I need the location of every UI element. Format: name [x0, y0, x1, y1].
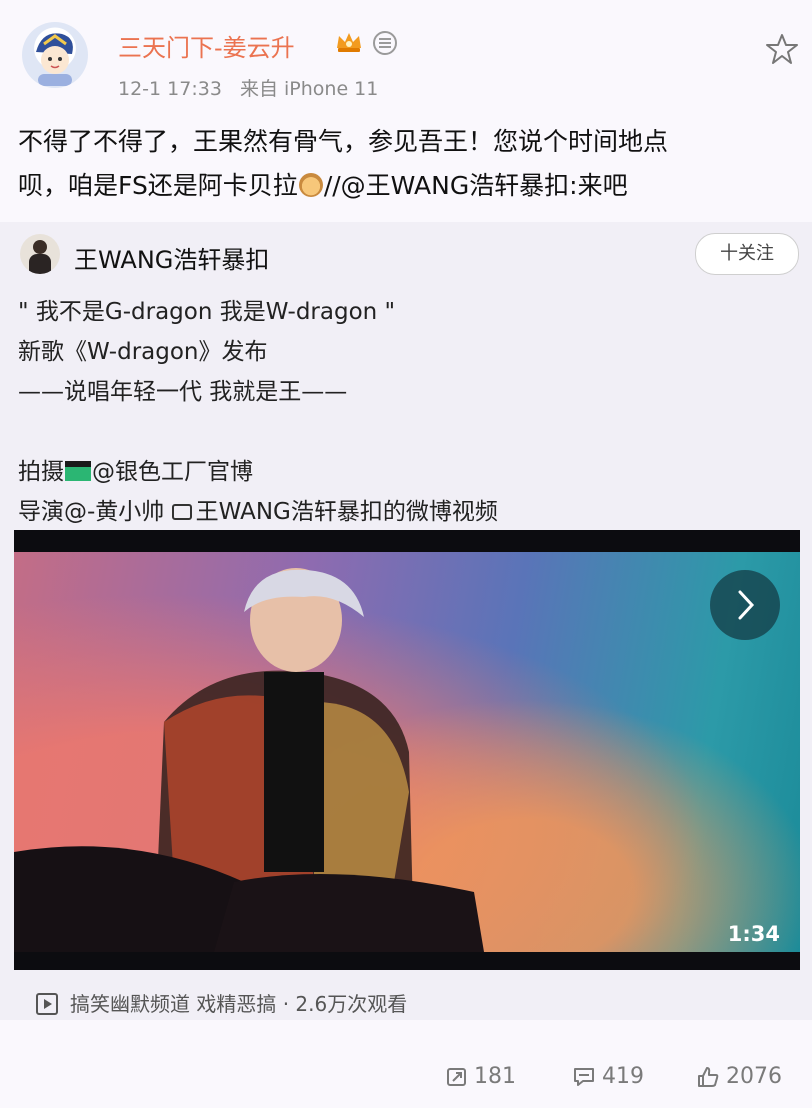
avatar-body: [29, 254, 51, 274]
post-actions: 181 419 2076: [0, 1050, 812, 1108]
post-time: 12-1 17:33: [118, 78, 222, 100]
repost-mention-link[interactable]: //@王WANG浩轩暴扣:来吧: [324, 171, 628, 200]
director-mention-link[interactable]: 导演@-黄小帅: [18, 499, 172, 525]
shoot-label: 拍摄: [18, 459, 64, 485]
video-duration: 1:34: [727, 922, 780, 946]
comment-count: 419: [602, 1064, 644, 1089]
repost-icon: [447, 1067, 466, 1086]
post-text: 不得了不得了，王果然有骨气，参见吾王！您说个时间地点 呗，咱是FS还是阿卡贝拉 /…: [18, 120, 798, 208]
studio-mention-link[interactable]: @银色工厂官博: [92, 459, 253, 485]
post-source: 来自 iPhone 11: [239, 78, 379, 100]
video-source-line[interactable]: 搞笑幽默频道 戏精恶搞 · 2.6万次观看: [36, 988, 407, 1017]
user-avatar[interactable]: [22, 22, 88, 88]
repost-line-5: 拍摄 @银色工厂官博: [18, 452, 798, 492]
video-source-text[interactable]: 搞笑幽默频道 戏精恶搞 · 2.6万次观看: [70, 992, 407, 1016]
like-button[interactable]: 2076: [696, 1064, 782, 1089]
clapperboard-icon: [65, 461, 91, 481]
reposted-content[interactable]: 王WANG浩轩暴扣 十关注 " 我不是G-dragon 我是W-dragon "…: [0, 222, 812, 1020]
video-scene: [14, 568, 484, 952]
comment-button[interactable]: 419: [572, 1064, 644, 1089]
weibo-post: 三天门下-姜云升 12-1 17:33 来自 iPhone 11 不得了不得了，…: [0, 0, 812, 1108]
avatar-head: [33, 240, 47, 254]
video-thumbnail[interactable]: [14, 552, 800, 952]
weibo-video-link[interactable]: 王WANG浩轩暴扣的微博视频: [196, 499, 498, 525]
vip-crown-icon[interactable]: [335, 30, 363, 54]
repost-button[interactable]: 181: [446, 1064, 516, 1089]
chevron-right-icon: [738, 590, 755, 620]
repost-author-avatar[interactable]: [20, 234, 60, 274]
favorite-star-icon[interactable]: [765, 32, 799, 66]
next-video-button[interactable]: [710, 570, 780, 640]
smile-emoji-icon: [298, 173, 323, 197]
post-text-line-1: 不得了不得了，王果然有骨气，参见吾王！您说个时间地点: [18, 127, 669, 156]
repost-line-blank: [18, 412, 798, 452]
like-count: 2076: [726, 1064, 782, 1089]
post-text-line-2-start: 呗，咱是FS还是阿卡贝拉: [18, 171, 298, 200]
post-text-line-2: 呗，咱是FS还是阿卡贝拉 //@王WANG浩轩暴扣:来吧: [18, 164, 798, 208]
follow-button[interactable]: 十关注: [695, 233, 799, 275]
video-link-icon: [171, 504, 192, 520]
repost-author-name[interactable]: 王WANG浩轩暴扣: [74, 240, 269, 275]
level-medal-icon[interactable]: [372, 30, 398, 56]
repost-line-6: 导演@-黄小帅 王WANG浩轩暴扣的微博视频: [18, 492, 798, 532]
repost-text: " 我不是G-dragon 我是W-dragon " 新歌《W-dragon》发…: [18, 292, 798, 532]
comment-icon: [574, 1067, 594, 1086]
video-player[interactable]: 1:34: [14, 530, 800, 970]
repost-line-2: 新歌《W-dragon》发布: [18, 339, 268, 365]
thumbs-up-icon: [698, 1066, 719, 1087]
repost-line-1: " 我不是G-dragon 我是W-dragon ": [18, 299, 396, 325]
author-name[interactable]: 三天门下-姜云升: [118, 28, 295, 63]
post-meta: 12-1 17:33 来自 iPhone 11: [118, 74, 390, 101]
play-icon: [36, 993, 58, 1015]
repost-line-3: ——说唱年轻一代 我就是王——: [18, 379, 348, 405]
repost-count: 181: [474, 1064, 516, 1089]
